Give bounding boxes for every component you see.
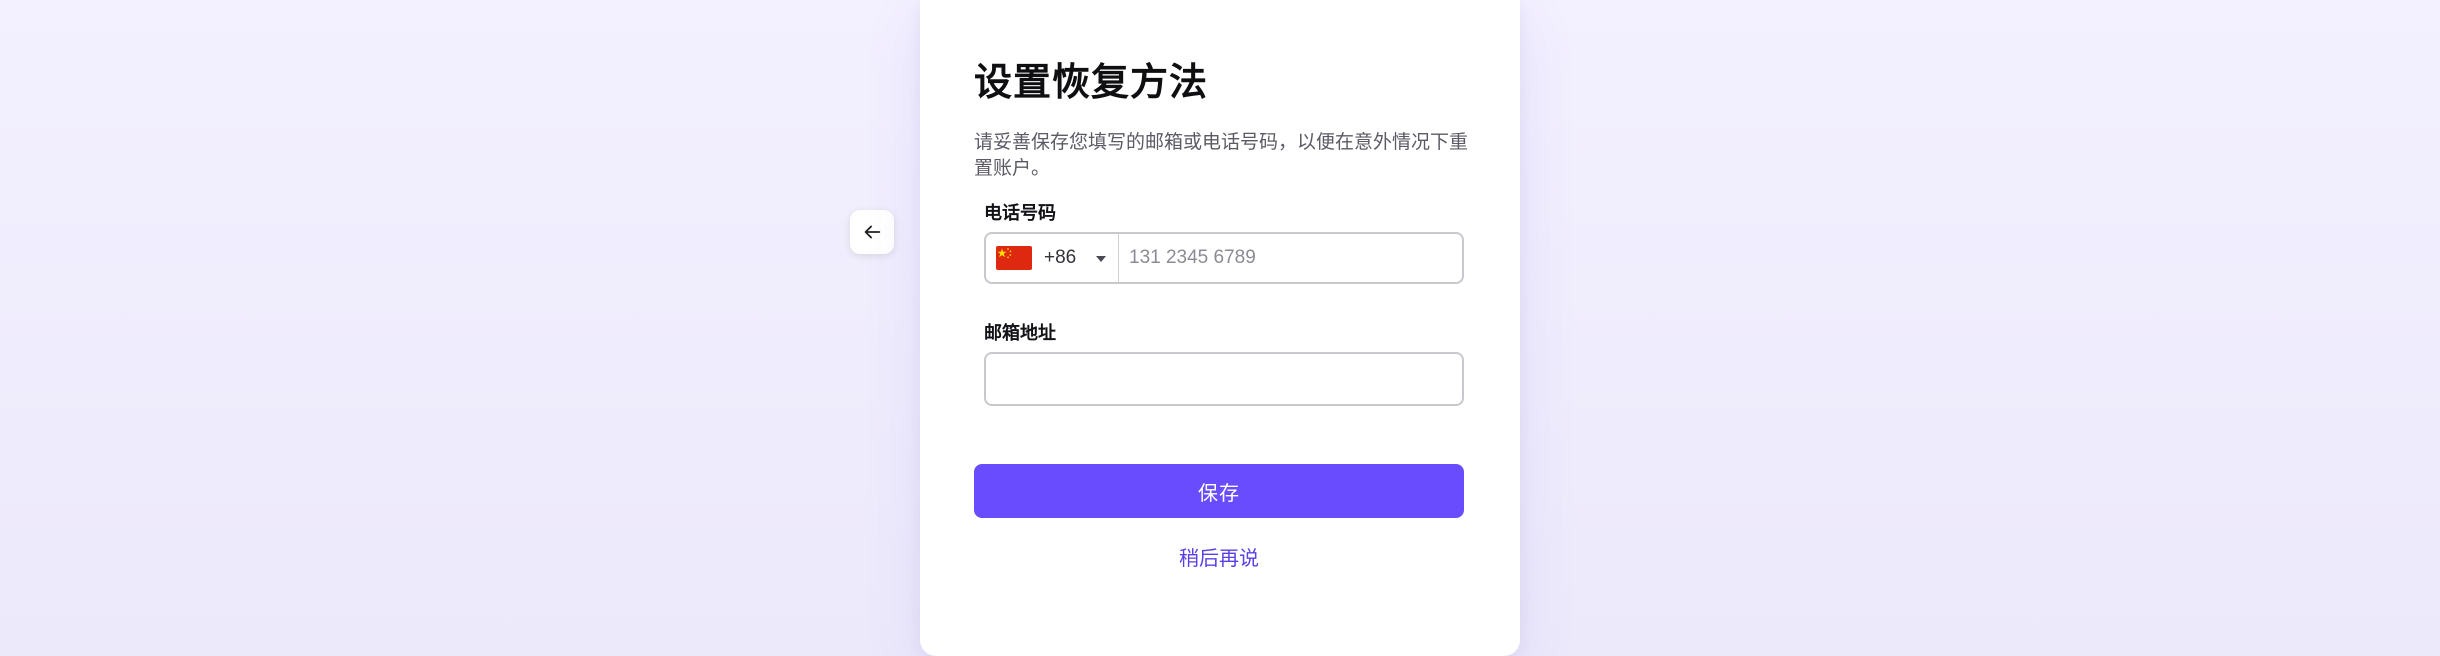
skip-later-link[interactable]: 稍后再说 (974, 542, 1464, 571)
email-input[interactable] (984, 352, 1464, 406)
country-code: +86 (1044, 247, 1077, 268)
phone-number-input[interactable] (1119, 234, 1462, 282)
email-field: 邮箱地址 (984, 320, 1464, 406)
arrow-left-icon (864, 225, 881, 239)
save-button[interactable]: 保存 (974, 464, 1464, 518)
page-subtitle: 请妥善保存您填写的邮箱或电话号码，以便在意外情况下重置账户。 (974, 132, 1469, 179)
email-label: 邮箱地址 (984, 323, 1056, 344)
back-button[interactable] (850, 210, 894, 254)
phone-field: 电话号码 +86 (984, 200, 1464, 284)
chevron-down-icon (1096, 256, 1106, 262)
recovery-method-card: 设置恢复方法 请妥善保存您填写的邮箱或电话号码，以便在意外情况下重置账户。 电话… (920, 0, 1520, 656)
country-code-select[interactable]: +86 (986, 234, 1119, 282)
page-title: 设置恢复方法 (974, 60, 1209, 104)
china-flag-icon (996, 246, 1032, 270)
phone-label: 电话号码 (984, 203, 1056, 224)
page: 设置恢复方法 请妥善保存您填写的邮箱或电话号码，以便在意外情况下重置账户。 电话… (0, 0, 2440, 656)
phone-input-group: +86 (984, 232, 1464, 284)
